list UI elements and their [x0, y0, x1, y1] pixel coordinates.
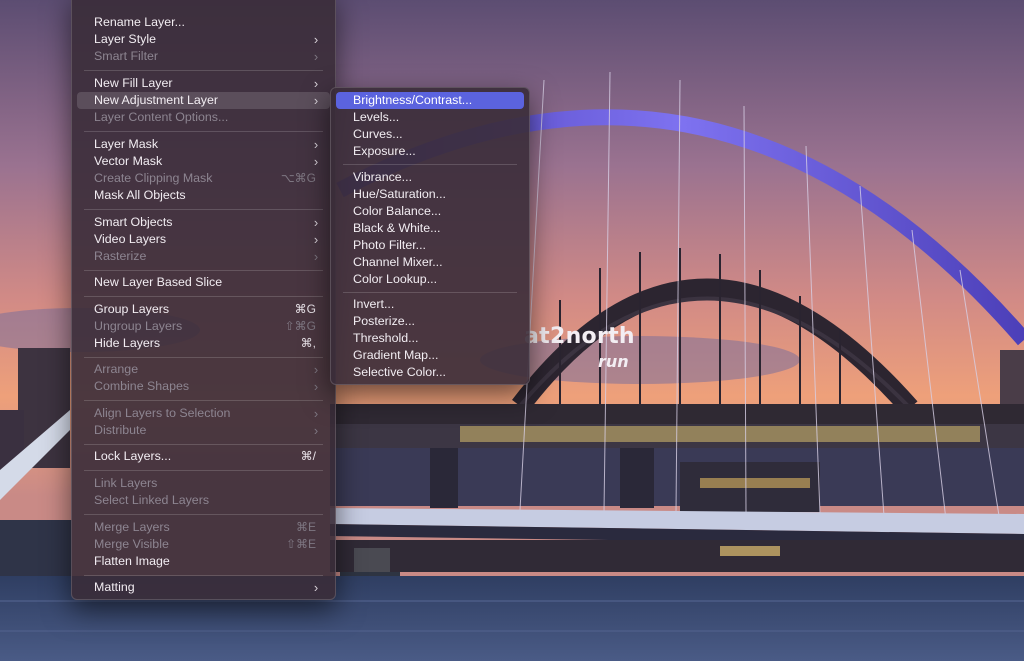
menu-item-smart-filter[interactable]: Smart Filter ›	[77, 48, 330, 65]
menu-item-top-partial[interactable]	[77, 0, 330, 10]
menu-item-select-linked-layers[interactable]: Select Linked Layers	[77, 492, 330, 509]
submenu-item-posterize[interactable]: Posterize...	[336, 313, 524, 330]
chevron-right-icon: ›	[313, 406, 319, 421]
menu-separator	[84, 444, 323, 445]
submenu-item-vibrance[interactable]: Vibrance...	[336, 169, 524, 186]
chevron-right-icon: ›	[313, 232, 319, 247]
menu-item-vector-mask[interactable]: Vector Mask ›	[77, 153, 330, 170]
menu-item-rasterize[interactable]: Rasterize ›	[77, 248, 330, 265]
shortcut-label: ⌥⌘G	[280, 171, 316, 185]
menu-item-lock-layers[interactable]: Lock Layers... ⌘/	[77, 448, 330, 465]
chevron-right-icon: ›	[313, 93, 319, 108]
submenu-item-brightness-contrast[interactable]: Brightness/Contrast...	[336, 92, 524, 109]
submenu-item-color-lookup[interactable]: Color Lookup...	[336, 271, 524, 288]
menu-separator	[84, 400, 323, 401]
menu-item-layer-style[interactable]: Layer Style ›	[77, 31, 330, 48]
menu-item-rename-layer[interactable]: Rename Layer...	[77, 14, 330, 31]
menu-item-hide-layers[interactable]: Hide Layers ⌘,	[77, 335, 330, 352]
menu-item-ungroup-layers[interactable]: Ungroup Layers ⇧⌘G	[77, 318, 330, 335]
menu-item-merge-layers[interactable]: Merge Layers ⌘E	[77, 519, 330, 536]
submenu-item-threshold[interactable]: Threshold...	[336, 330, 524, 347]
chevron-right-icon: ›	[313, 32, 319, 47]
chevron-right-icon: ›	[313, 137, 319, 152]
submenu-item-channel-mixer[interactable]: Channel Mixer...	[336, 254, 524, 271]
menu-separator	[84, 131, 323, 132]
menu-separator	[84, 70, 323, 71]
shortcut-label: ⌘,	[300, 336, 316, 350]
menu-item-group-layers[interactable]: Group Layers ⌘G	[77, 301, 330, 318]
menu-item-matting[interactable]: Matting ›	[77, 579, 330, 596]
submenu-item-photo-filter[interactable]: Photo Filter...	[336, 237, 524, 254]
submenu-item-levels[interactable]: Levels...	[336, 109, 524, 126]
chevron-right-icon: ›	[313, 154, 319, 169]
menu-item-mask-all-objects[interactable]: Mask All Objects	[77, 187, 330, 204]
menu-item-new-layer-based-slice[interactable]: New Layer Based Slice	[77, 274, 330, 291]
watermark-subtext: run	[598, 352, 629, 371]
menu-item-create-clipping-mask[interactable]: Create Clipping Mask ⌥⌘G	[77, 170, 330, 187]
menu-separator	[343, 292, 517, 293]
menu-item-new-adjustment-layer[interactable]: New Adjustment Layer ›	[77, 92, 330, 109]
chevron-right-icon: ›	[313, 76, 319, 91]
chevron-right-icon: ›	[313, 249, 319, 264]
submenu-item-exposure[interactable]: Exposure...	[336, 143, 524, 160]
menu-item-distribute[interactable]: Distribute ›	[77, 422, 330, 439]
chevron-right-icon: ›	[313, 49, 319, 64]
menu-item-merge-visible[interactable]: Merge Visible ⇧⌘E	[77, 536, 330, 553]
menu-item-video-layers[interactable]: Video Layers ›	[77, 231, 330, 248]
chevron-right-icon: ›	[313, 580, 319, 595]
menu-item-flatten-image[interactable]: Flatten Image	[77, 553, 330, 570]
menu-separator	[84, 209, 323, 210]
menu-item-link-layers[interactable]: Link Layers	[77, 475, 330, 492]
menu-separator	[343, 164, 517, 165]
submenu-item-gradient-map[interactable]: Gradient Map...	[336, 347, 524, 364]
submenu-item-curves[interactable]: Curves...	[336, 126, 524, 143]
shortcut-label: ⇧⌘G	[284, 319, 316, 333]
layer-menu: Rename Layer... Layer Style › Smart Filte…	[71, 0, 336, 600]
menu-separator	[84, 357, 323, 358]
watermark-logo: at2north run	[520, 320, 640, 376]
shortcut-label: ⌘/	[300, 449, 316, 463]
watermark-text: at2north	[524, 324, 635, 349]
menu-separator	[84, 470, 323, 471]
menu-separator	[84, 270, 323, 271]
menu-separator	[84, 575, 323, 576]
shortcut-label: ⌘E	[295, 520, 316, 534]
menu-item-align-layers[interactable]: Align Layers to Selection ›	[77, 405, 330, 422]
menu-item-new-fill-layer[interactable]: New Fill Layer ›	[77, 75, 330, 92]
submenu-item-color-balance[interactable]: Color Balance...	[336, 203, 524, 220]
shortcut-label: ⇧⌘E	[285, 537, 316, 551]
menu-separator	[84, 296, 323, 297]
menu-separator	[84, 514, 323, 515]
submenu-item-hue-saturation[interactable]: Hue/Saturation...	[336, 186, 524, 203]
shortcut-label: ⌘G	[294, 302, 316, 316]
menu-item-arrange[interactable]: Arrange ›	[77, 361, 330, 378]
adjustment-layer-submenu: Brightness/Contrast... Levels... Curves.…	[330, 87, 530, 385]
chevron-right-icon: ›	[313, 423, 319, 438]
submenu-item-selective-color[interactable]: Selective Color...	[336, 364, 524, 381]
menu-item-layer-mask[interactable]: Layer Mask ›	[77, 136, 330, 153]
submenu-item-black-white[interactable]: Black & White...	[336, 220, 524, 237]
chevron-right-icon: ›	[313, 215, 319, 230]
menu-item-layer-content-options[interactable]: Layer Content Options...	[77, 109, 330, 126]
menu-item-smart-objects[interactable]: Smart Objects ›	[77, 214, 330, 231]
menu-item-combine-shapes[interactable]: Combine Shapes ›	[77, 378, 330, 395]
chevron-right-icon: ›	[313, 379, 319, 394]
chevron-right-icon: ›	[313, 362, 319, 377]
submenu-item-invert[interactable]: Invert...	[336, 296, 524, 313]
